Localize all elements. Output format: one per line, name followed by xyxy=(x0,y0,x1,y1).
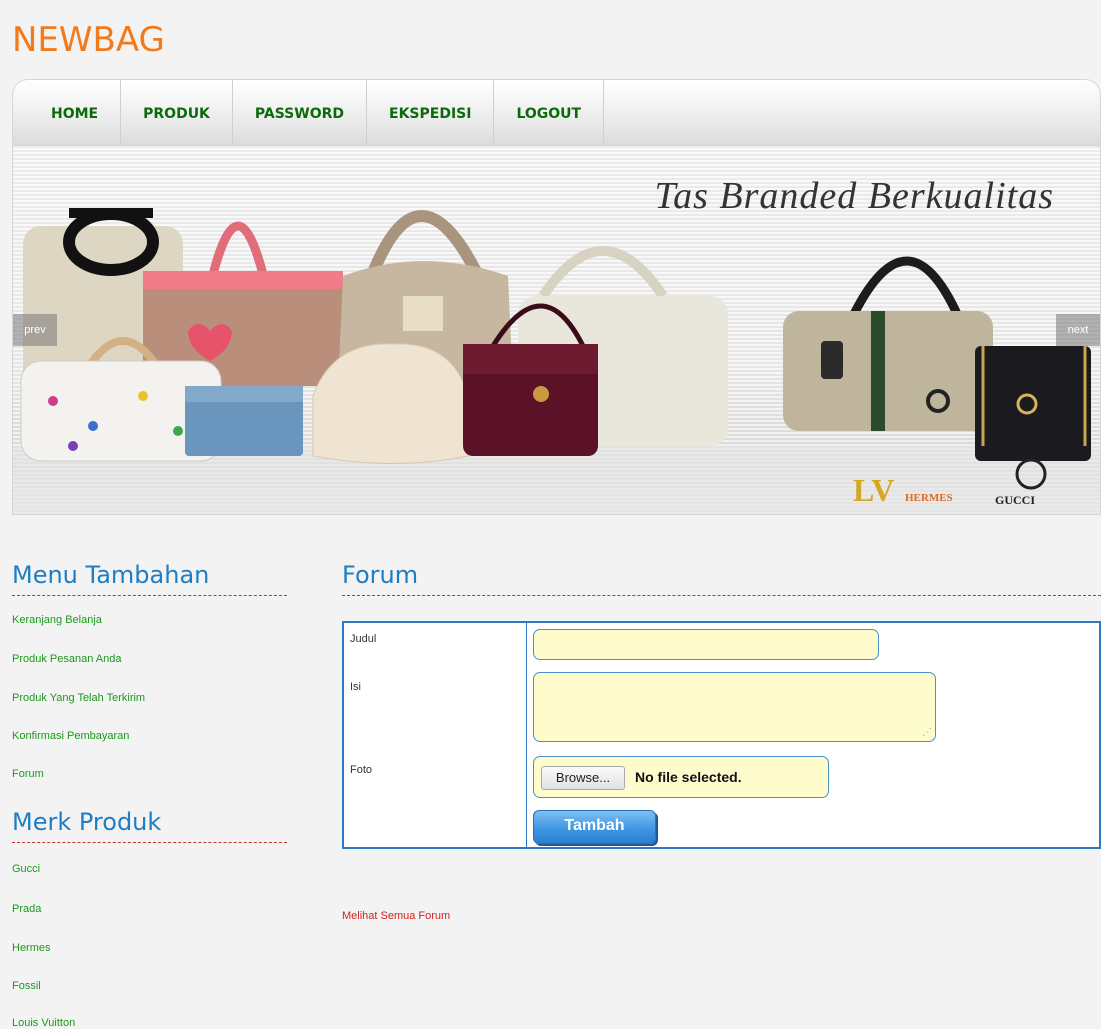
isi-textarea[interactable] xyxy=(533,672,936,742)
form-column-divider xyxy=(526,623,527,847)
nav-logout[interactable]: LOGOUT xyxy=(494,80,605,146)
banner-slideshow: LV HERMES GUCCI Tas Branded Berkualitas … xyxy=(12,145,1101,515)
hermes-mark: HERMES xyxy=(905,492,953,504)
tambah-button[interactable]: Tambah xyxy=(533,810,656,844)
foto-file-input[interactable]: Browse... No file selected. xyxy=(533,756,829,798)
forum-form: Judul Isi ⋰ Foto Browse... No file selec… xyxy=(342,621,1101,849)
link-konfirmasi-pembayaran[interactable]: Konfirmasi Pembayaran xyxy=(12,730,129,742)
forum-heading: Forum xyxy=(342,561,1101,596)
link-brand-louis-vuitton[interactable]: Louis Vuitton xyxy=(12,1017,75,1029)
main-nav: HOME PRODUK PASSWORD EKSPEDISI LOGOUT xyxy=(12,79,1101,146)
link-brand-prada[interactable]: Prada xyxy=(12,903,41,915)
menu-tambahan-heading: Menu Tambahan xyxy=(12,561,287,596)
gucci-mark: GUCCI xyxy=(995,493,1035,507)
slide-prev-button[interactable]: prev xyxy=(13,314,57,346)
nav-home[interactable]: HOME xyxy=(45,80,122,146)
judul-label: Judul xyxy=(350,633,377,645)
link-produk-terkirim[interactable]: Produk Yang Telah Terkirim xyxy=(12,692,145,704)
link-brand-hermes[interactable]: Hermes xyxy=(12,942,51,954)
nav-ekspedisi[interactable]: EKSPEDISI xyxy=(367,80,495,146)
view-all-forum-link[interactable]: Melihat Semua Forum xyxy=(342,910,450,922)
link-brand-fossil[interactable]: Fossil xyxy=(12,980,41,992)
foto-label: Foto xyxy=(350,764,373,776)
slide-next-button[interactable]: next xyxy=(1056,314,1100,346)
link-keranjang-belanja[interactable]: Keranjang Belanja xyxy=(12,614,102,626)
link-produk-pesanan[interactable]: Produk Pesanan Anda xyxy=(12,653,121,665)
nav-items: HOME PRODUK PASSWORD EKSPEDISI LOGOUT xyxy=(45,80,605,146)
link-forum[interactable]: Forum xyxy=(12,768,44,780)
file-status-text: No file selected. xyxy=(635,769,742,785)
link-brand-gucci[interactable]: Gucci xyxy=(12,863,40,875)
nav-produk[interactable]: PRODUK xyxy=(121,80,233,146)
nav-password[interactable]: PASSWORD xyxy=(233,80,367,146)
browse-button[interactable]: Browse... xyxy=(541,766,625,790)
merk-produk-heading: Merk Produk xyxy=(12,808,287,843)
svg-text:LV: LV xyxy=(853,472,895,508)
banner-title: Tas Branded Berkualitas xyxy=(654,175,1054,217)
site-logo[interactable]: NEWBAG xyxy=(12,20,165,60)
judul-input[interactable] xyxy=(533,629,879,660)
resize-grip-icon[interactable]: ⋰ xyxy=(922,727,932,738)
isi-label: Isi xyxy=(350,681,361,693)
